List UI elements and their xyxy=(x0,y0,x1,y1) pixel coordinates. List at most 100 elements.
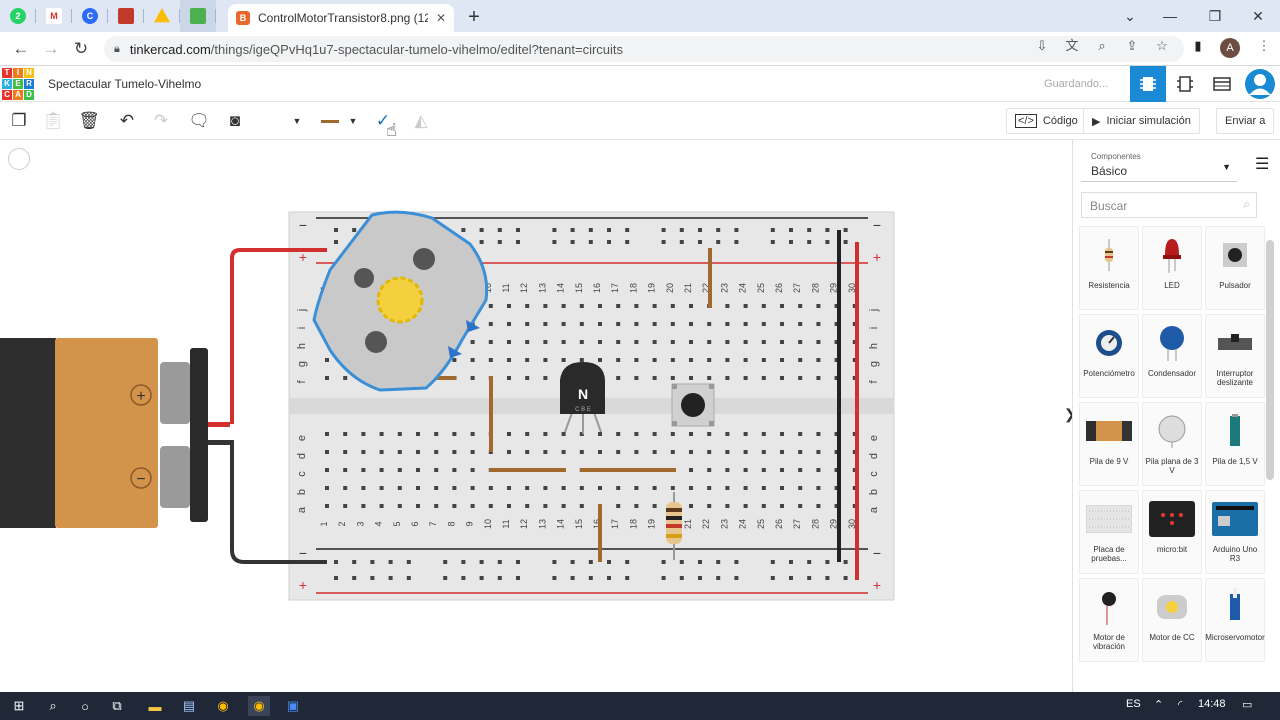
breadboard-hole[interactable] xyxy=(761,450,766,454)
breadboard-hole[interactable] xyxy=(689,376,693,380)
breadboard-hole[interactable] xyxy=(561,486,566,490)
breadboard-hole[interactable] xyxy=(452,358,457,362)
breadboard-hole[interactable] xyxy=(770,576,775,580)
install-icon[interactable]: ⇩ xyxy=(1034,38,1050,54)
breadboard-hole[interactable] xyxy=(670,432,675,436)
breadboard-hole[interactable] xyxy=(516,240,520,244)
breadboard-hole[interactable] xyxy=(343,376,348,380)
breadboard-hole[interactable] xyxy=(607,228,611,232)
breadboard-hole[interactable] xyxy=(607,560,611,564)
breadboard-hole[interactable] xyxy=(634,432,639,436)
copy-icon[interactable]: ❐ xyxy=(8,110,30,132)
notification-icon[interactable]: ▭ xyxy=(1242,698,1252,711)
breadboard-hole[interactable] xyxy=(670,450,675,454)
breadboard-hole[interactable] xyxy=(434,432,439,436)
breadboard-hole[interactable] xyxy=(634,304,639,308)
breadboard-hole[interactable] xyxy=(352,560,357,564)
breadboard-hole[interactable] xyxy=(397,468,402,472)
breadboard-hole[interactable] xyxy=(434,486,439,490)
breadboard-hole[interactable] xyxy=(725,304,730,308)
tray-chevron-icon[interactable]: ⌃ xyxy=(1154,698,1163,711)
breadboard-hole[interactable] xyxy=(543,340,548,344)
breadboard-hole[interactable] xyxy=(507,432,511,436)
breadboard-hole[interactable] xyxy=(807,560,812,564)
breadboard-hole[interactable] xyxy=(734,240,739,244)
breadboard-hole[interactable] xyxy=(761,358,766,362)
component-card[interactable]: Motor de CC xyxy=(1142,578,1202,662)
breadboard-hole[interactable] xyxy=(780,322,784,326)
breadboard-hole[interactable] xyxy=(816,432,821,436)
pinned-tab-flag[interactable] xyxy=(108,0,144,32)
breadboard-hole[interactable] xyxy=(470,376,475,380)
breadboard-hole[interactable] xyxy=(588,560,593,564)
breadboard-hole[interactable] xyxy=(698,228,702,232)
start-simulation-button[interactable]: ▶ Iniciar simulación xyxy=(1083,108,1200,134)
breadboard-hole[interactable] xyxy=(507,486,511,490)
breadboard-hole[interactable] xyxy=(825,560,830,564)
breadboard-hole[interactable] xyxy=(607,240,611,244)
breadboard-hole[interactable] xyxy=(616,486,621,490)
breadboard-hole[interactable] xyxy=(616,504,621,508)
breadboard-hole[interactable] xyxy=(652,432,657,436)
breadboard-hole[interactable] xyxy=(770,560,775,564)
breadboard-hole[interactable] xyxy=(789,560,793,564)
breadboard-hole[interactable] xyxy=(743,486,748,490)
breadboard-hole[interactable] xyxy=(334,576,338,580)
breadboard-hole[interactable] xyxy=(616,358,621,362)
breadboard-hole[interactable] xyxy=(770,228,775,232)
breadboard-hole[interactable] xyxy=(798,486,803,490)
active-tab[interactable]: B ControlMotorTransistor8.png (12 ✕ xyxy=(228,4,454,32)
breadboard-hole[interactable] xyxy=(507,322,511,326)
breadboard-hole[interactable] xyxy=(798,504,803,508)
breadboard-hole[interactable] xyxy=(552,228,557,232)
project-title[interactable]: Spectacular Tumelo-Vihelmo xyxy=(48,77,201,91)
breadboard-hole[interactable] xyxy=(652,358,657,362)
circuit-canvas[interactable]: 1122334455667788991010111112121313141415… xyxy=(0,140,1076,692)
breadboard-hole[interactable] xyxy=(743,304,748,308)
breadboard-hole[interactable] xyxy=(325,358,329,362)
breadboard-hole[interactable] xyxy=(625,560,630,564)
maximize-button[interactable]: ❐ xyxy=(1195,0,1235,32)
breadboard-hole[interactable] xyxy=(552,576,557,580)
breadboard-hole[interactable] xyxy=(388,560,393,564)
profile-avatar[interactable]: A xyxy=(1220,38,1240,58)
list-view-icon[interactable]: ☰ xyxy=(1255,154,1269,174)
breadboard-hole[interactable] xyxy=(689,340,693,344)
component-card[interactable]: Pila de 9 V xyxy=(1079,402,1139,486)
back-button[interactable]: ← xyxy=(10,39,32,59)
breadboard-hole[interactable] xyxy=(707,340,712,344)
breadboard-hole[interactable] xyxy=(452,450,457,454)
wire-type-icon[interactable] xyxy=(318,110,342,132)
breadboard-hole[interactable] xyxy=(579,504,584,508)
breadboard-hole[interactable] xyxy=(661,228,666,232)
breadboard-hole[interactable] xyxy=(761,340,766,344)
breadboard-hole[interactable] xyxy=(652,450,657,454)
circuit-view-button[interactable] xyxy=(1130,66,1166,102)
breadboard-hole[interactable] xyxy=(434,468,439,472)
component-card[interactable]: Pila de 1,5 V xyxy=(1205,402,1265,486)
breadboard-hole[interactable] xyxy=(325,468,329,472)
breadboard-hole[interactable] xyxy=(743,340,748,344)
breadboard-hole[interactable] xyxy=(679,228,684,232)
breadboard-hole[interactable] xyxy=(406,576,411,580)
breadboard-hole[interactable] xyxy=(488,504,493,508)
pinned-tab-drive[interactable] xyxy=(144,0,180,32)
breadboard-hole[interactable] xyxy=(734,576,739,580)
note-icon[interactable]: 🗨︎ xyxy=(188,110,210,132)
breadboard-hole[interactable] xyxy=(452,486,457,490)
breadboard-hole[interactable] xyxy=(634,450,639,454)
breadboard-hole[interactable] xyxy=(707,486,712,490)
component-card[interactable]: Pila plana de 3 V xyxy=(1142,402,1202,486)
breadboard-hole[interactable] xyxy=(689,450,693,454)
breadboard-hole[interactable] xyxy=(707,358,712,362)
breadboard-hole[interactable] xyxy=(698,576,702,580)
windows-start-icon[interactable]: ⊞ xyxy=(8,696,30,716)
breadboard-hole[interactable] xyxy=(325,504,329,508)
breadboard-hole[interactable] xyxy=(479,576,484,580)
breadboard-hole[interactable] xyxy=(434,504,439,508)
breadboard-hole[interactable] xyxy=(816,340,821,344)
breadboard-hole[interactable] xyxy=(761,468,766,472)
breadboard-hole[interactable] xyxy=(780,486,784,490)
breadboard-hole[interactable] xyxy=(716,240,721,244)
wifi-icon[interactable]: ◜ xyxy=(1178,698,1182,711)
